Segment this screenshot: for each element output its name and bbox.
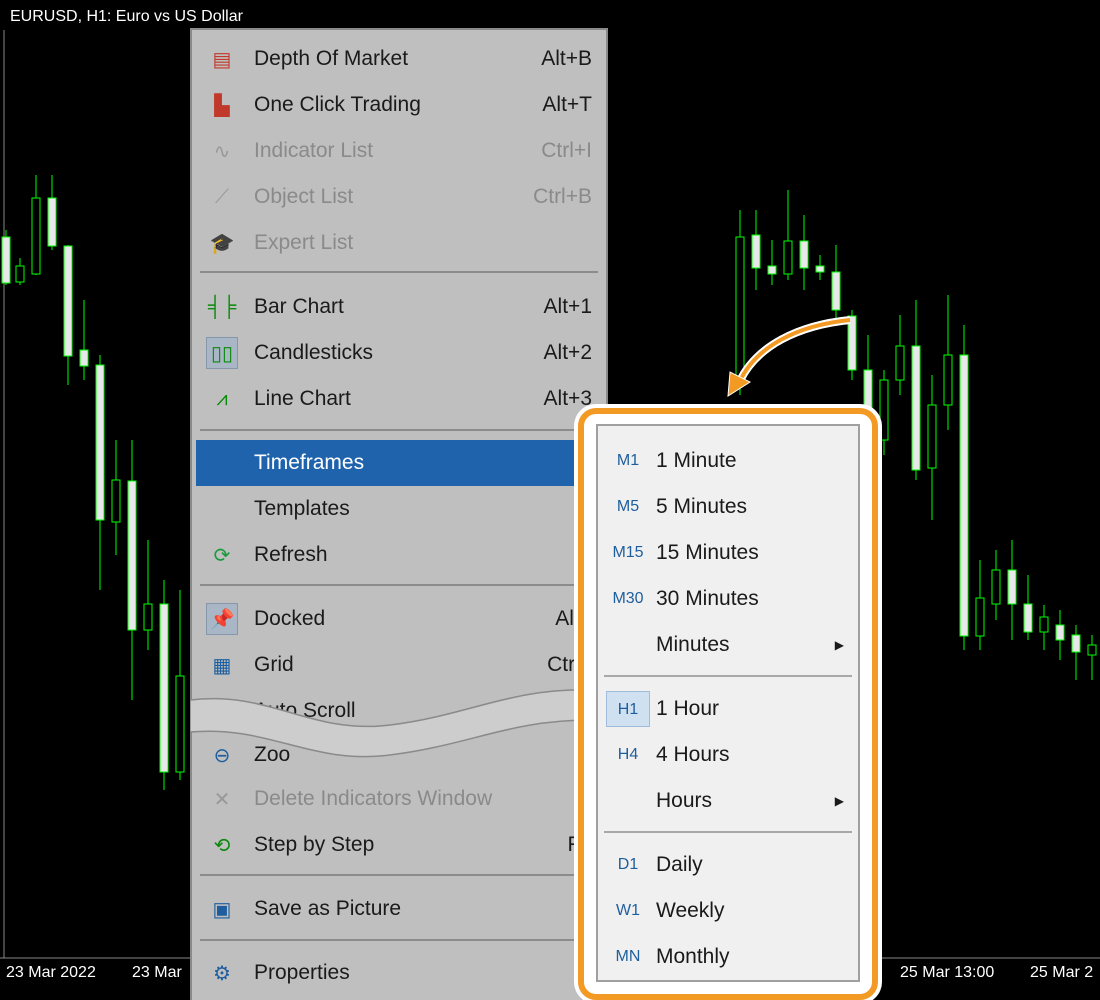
- timeframe-label: Hours: [656, 789, 713, 812]
- timeframe-label: 30 Minutes: [656, 587, 759, 610]
- timeframe-item-15-minutes[interactable]: M15 15 Minutes: [598, 530, 858, 576]
- timeframe-label: 1 Hour: [656, 697, 720, 720]
- timeframe-item-hours[interactable]: Hours ▶: [598, 778, 858, 824]
- timeframe-abbr-icon: D1: [617, 856, 639, 873]
- timeframes-submenu: M1 1 Minute M5 5 Minutes M15 15 Minutes M30 30 …: [596, 424, 860, 982]
- submenu-separator: [604, 675, 852, 677]
- timeframe-abbr-icon: MN: [615, 948, 641, 965]
- timeframe-item-1-minute[interactable]: M1 1 Minute: [598, 438, 858, 484]
- timeframe-abbr-icon: H4: [617, 746, 639, 763]
- timeframe-label: Minutes: [656, 633, 730, 656]
- timeframe-item-weekly[interactable]: W1 Weekly: [598, 888, 858, 934]
- timeframe-item-5-minutes[interactable]: M5 5 Minutes: [598, 484, 858, 530]
- timeframe-label: 1 Minute: [656, 449, 737, 472]
- timeframe-abbr-icon: M1: [616, 452, 640, 469]
- timeframe-abbr-icon: [606, 783, 650, 819]
- timeframe-label: Monthly: [656, 945, 730, 968]
- timeframe-abbr-icon: [606, 627, 650, 663]
- timeframe-abbr-icon: M15: [612, 544, 644, 561]
- timeframes-submenu-callout: M1 1 Minute M5 5 Minutes M15 15 Minutes M30 30 …: [578, 408, 878, 1000]
- timeframe-abbr-icon: M5: [616, 498, 640, 515]
- timeframe-item-minutes[interactable]: Minutes ▶: [598, 622, 858, 668]
- timeframe-item-4-hours[interactable]: H4 4 Hours: [598, 732, 858, 778]
- callout-arrow: [727, 316, 851, 397]
- timeframe-label: Weekly: [656, 899, 725, 922]
- timeframe-item-daily[interactable]: D1 Daily: [598, 842, 858, 888]
- timeframe-item-monthly[interactable]: MN Monthly: [598, 934, 858, 980]
- timeframe-abbr-icon: W1: [616, 902, 640, 919]
- timeframe-item-30-minutes[interactable]: M30 30 Minutes: [598, 576, 858, 622]
- timeframe-label: 4 Hours: [656, 743, 730, 766]
- timeframe-label: Daily: [656, 853, 703, 876]
- submenu-arrow-icon: ▶: [834, 638, 844, 652]
- timeframe-label: 15 Minutes: [656, 541, 759, 564]
- timeframe-label: 5 Minutes: [656, 495, 748, 518]
- timeframe-abbr-icon: H1: [606, 691, 650, 727]
- submenu-separator: [604, 831, 852, 833]
- timeframe-abbr-icon: M30: [612, 590, 644, 607]
- timeframe-item-1-hour[interactable]: H1 1 Hour: [598, 686, 858, 732]
- submenu-arrow-icon: ▶: [834, 794, 844, 808]
